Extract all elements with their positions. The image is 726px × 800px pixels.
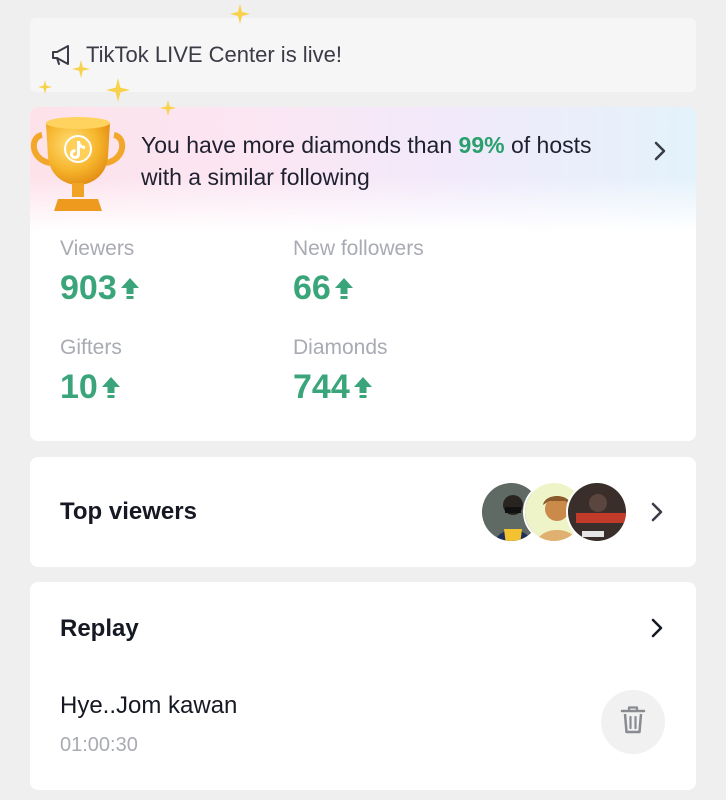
- metric-viewers: Viewers 903: [60, 237, 140, 306]
- trophy-icon: [30, 107, 128, 219]
- stats-card: You have more diamonds than 99% of hosts…: [30, 107, 696, 441]
- metric-value: 10: [60, 368, 98, 406]
- metric-label: New followers: [293, 237, 424, 260]
- metric-value: 744: [293, 368, 350, 406]
- metric-label: Viewers: [60, 237, 135, 260]
- chevron-right-icon[interactable]: [652, 140, 668, 162]
- replay-title[interactable]: Replay: [60, 615, 139, 643]
- metric-new-followers: New followers 66: [293, 237, 424, 306]
- top-viewers-title: Top viewers: [60, 498, 197, 525]
- sparkle-icon: [38, 80, 52, 99]
- banner-percent: 99%: [458, 132, 505, 158]
- banner-text-before: You have more diamonds than: [141, 132, 459, 158]
- sparkle-icon: [106, 78, 130, 107]
- announcement-text: TikTok LIVE Center is live!: [86, 42, 342, 67]
- metric-diamonds: Diamonds 744: [293, 336, 388, 405]
- metric-gifters: Gifters 10: [60, 336, 122, 405]
- delete-replay-button[interactable]: [601, 690, 665, 754]
- metric-value: 903: [60, 269, 117, 307]
- live-center-page: TikTok LIVE Center is live! You have mor…: [0, 0, 726, 800]
- sparkle-icon: [230, 4, 250, 29]
- metric-label: Gifters: [60, 336, 122, 359]
- avatar: [566, 481, 628, 543]
- sparkle-icon: [72, 60, 90, 83]
- metric-value: 66: [293, 269, 331, 307]
- arrow-up-icon: [353, 375, 373, 399]
- arrow-up-icon: [120, 276, 140, 300]
- chevron-right-icon[interactable]: [650, 616, 664, 640]
- metric-label: Diamonds: [293, 336, 388, 359]
- chevron-right-icon[interactable]: [650, 500, 664, 524]
- sparkle-icon: [160, 100, 176, 121]
- top-viewers-avatars: [480, 481, 628, 543]
- arrow-up-icon: [334, 276, 354, 300]
- diamonds-banner-text: You have more diamonds than 99% of hosts…: [141, 129, 611, 193]
- replay-item-duration: 01:00:30: [60, 734, 138, 756]
- top-viewers-card[interactable]: Top viewers: [30, 457, 696, 567]
- replay-card: Replay Hye..Jom kawan 01:00:30: [30, 582, 696, 790]
- arrow-up-icon: [101, 375, 121, 399]
- trash-icon: [620, 705, 646, 740]
- replay-item-name[interactable]: Hye..Jom kawan: [60, 692, 237, 720]
